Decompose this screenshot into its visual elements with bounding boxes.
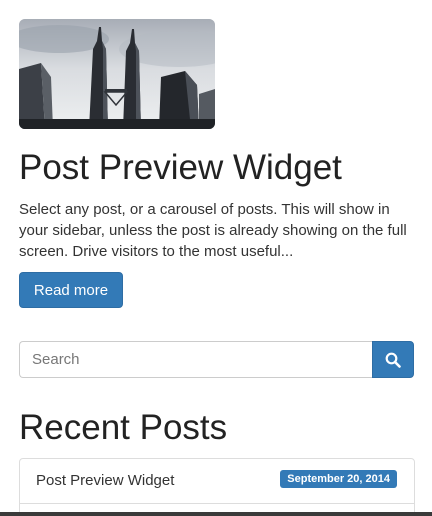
towers-photo-image bbox=[19, 19, 215, 129]
recent-posts-list: Post Preview Widget September 20, 2014 bbox=[19, 458, 415, 516]
search-button[interactable] bbox=[372, 341, 414, 378]
search-icon bbox=[385, 352, 401, 368]
post-thumbnail[interactable] bbox=[19, 19, 215, 129]
list-item[interactable]: Post Preview Widget September 20, 2014 bbox=[20, 459, 414, 504]
recent-posts-heading: Recent Posts bbox=[19, 408, 228, 447]
page: Post Preview Widget Select any post, or … bbox=[0, 0, 432, 516]
read-more-button[interactable]: Read more bbox=[19, 272, 123, 308]
bottom-bar bbox=[0, 512, 432, 516]
post-title[interactable]: Post Preview Widget bbox=[19, 146, 342, 190]
post-date-badge: September 20, 2014 bbox=[280, 470, 397, 488]
search-input[interactable] bbox=[19, 341, 373, 378]
post-excerpt: Select any post, or a carousel of posts.… bbox=[19, 201, 407, 260]
recent-post-link[interactable]: Post Preview Widget bbox=[36, 472, 174, 489]
